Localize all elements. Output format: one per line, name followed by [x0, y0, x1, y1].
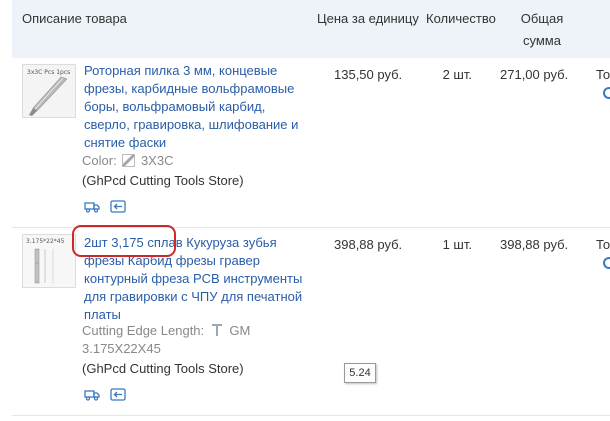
svg-text:3.175*22*45: 3.175*22*45 [26, 238, 65, 245]
product-attribute: Color: 3X3C [82, 152, 173, 170]
unit-price: 398,88 руб. [334, 237, 403, 252]
table-row: 3.175*22*45 2шт 3,175 сплав Кукуруза зуб… [12, 228, 610, 416]
attribute-value: GM [229, 323, 251, 338]
color-swatch-icon [122, 154, 136, 167]
shipping-truck-icon[interactable] [84, 200, 100, 213]
header-total: Общая сумма [512, 8, 572, 52]
header-total-line1: Общая [520, 11, 564, 26]
tool-thumb-icon [210, 323, 224, 337]
back-arrow-icon[interactable] [109, 388, 126, 401]
tooltip: 5.24 [344, 363, 376, 383]
truncated-action-text[interactable]: То [596, 67, 610, 82]
table-row: 3x3C Pcs 1pcs Роторная пилка 3 мм, конце… [12, 58, 610, 228]
product-thumbnail[interactable]: 3x3C Pcs 1pcs [22, 64, 76, 118]
shipping-truck-icon[interactable] [84, 388, 100, 401]
truncated-action-text[interactable]: То [596, 237, 610, 252]
unit-price: 135,50 руб. [334, 67, 403, 82]
attribute-label: Color: [82, 153, 117, 168]
line-total: 398,88 руб. [500, 237, 569, 252]
header-description: Описание товара [22, 11, 127, 26]
rotate-icon[interactable] [603, 257, 610, 269]
rotate-icon[interactable] [603, 87, 610, 99]
header-unit-price: Цена за единицу [317, 11, 419, 26]
product-name-link[interactable]: 2шт 3,175 сплав Кукуруза зубья фрезы Кар… [84, 234, 309, 324]
product-attribute: Cutting Edge Length: GM 3.175X22X45 [82, 322, 282, 358]
store-name: (GhPcd Cutting Tools Store) [82, 173, 244, 188]
attribute-value: 3X3C [140, 153, 174, 168]
attribute-label: Cutting Edge Length: [82, 323, 205, 338]
quantity: 2 шт. [442, 67, 472, 82]
back-arrow-icon[interactable] [109, 200, 126, 213]
header-quantity: Количество [426, 11, 496, 26]
item-action-icons [84, 200, 132, 214]
item-action-icons [84, 388, 132, 402]
product-name-link[interactable]: Роторная пилка 3 мм, концевые фрезы, кар… [84, 62, 309, 152]
table-header: Описание товара Цена за единицу Количест… [12, 0, 610, 58]
quantity: 1 шт. [442, 237, 472, 252]
attribute-value-continued: 3.175X22X45 [82, 341, 161, 356]
line-total: 271,00 руб. [500, 67, 569, 82]
store-name: (GhPcd Cutting Tools Store) [82, 361, 244, 376]
product-thumbnail[interactable]: 3.175*22*45 [22, 234, 76, 288]
svg-text:3x3C Pcs 1pcs: 3x3C Pcs 1pcs [27, 69, 70, 76]
header-total-line2: сумма [523, 33, 561, 48]
